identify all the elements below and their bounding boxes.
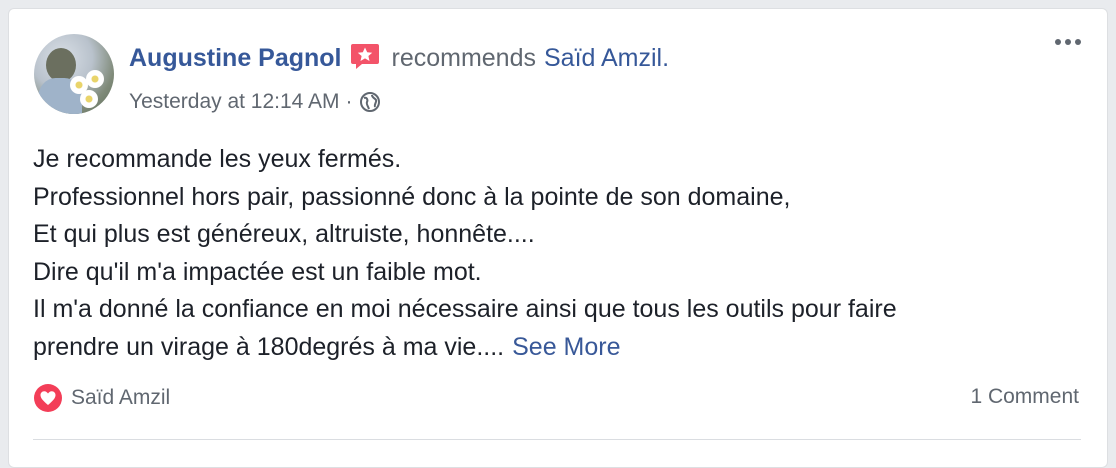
author-avatar[interactable] [34, 34, 114, 114]
comments-count-link[interactable]: 1 Comment [970, 385, 1079, 409]
post-timestamp-link[interactable]: Yesterday at 12:14 AM [129, 89, 340, 115]
more-options-icon[interactable] [1055, 39, 1081, 45]
love-reaction-icon [34, 384, 62, 412]
meta-separator: · [345, 90, 353, 113]
post-body-line: Et qui plus est généreux, altruiste, hon… [33, 220, 535, 248]
post-body: Je recommande les yeux fermés. Professio… [33, 141, 897, 366]
see-more-link[interactable]: See More [512, 333, 620, 361]
recommended-page-link[interactable]: Saïd Amzil. [544, 43, 669, 73]
reactions-summary[interactable]: Saïd Amzil [33, 383, 170, 413]
more-options-dot [1055, 39, 1061, 45]
recommends-text: recommends [391, 44, 537, 72]
post-meta: Yesterday at 12:14 AM · [129, 89, 381, 115]
globe-icon[interactable] [359, 91, 381, 113]
avatar-flower [80, 90, 98, 108]
recommendation-star-icon [350, 44, 379, 69]
post-body-line: Dire qu'il m'a impactée est un faible mo… [33, 257, 482, 286]
more-options-dot [1065, 39, 1071, 45]
avatar-flower [86, 70, 104, 88]
post-header: Augustine Pagnol recommends Saïd Amzil. [129, 43, 669, 73]
author-name-link[interactable]: Augustine Pagnol [129, 43, 342, 73]
post-body-last-line: prendre un virage à 180degrés à ma vie..… [33, 329, 897, 367]
more-options-dot [1075, 39, 1081, 45]
post-body-line: Professionnel hors pair, passionné donc … [33, 182, 791, 211]
recommendation-post-card: Augustine Pagnol recommends Saïd Amzil. … [8, 8, 1108, 468]
avatar-head [46, 48, 76, 82]
reaction-by-name: Saïd Amzil [71, 386, 171, 409]
post-body-line: prendre un virage à 180degrés à ma vie..… [33, 332, 505, 361]
footer-divider [33, 439, 1081, 440]
post-body-line: Je recommande les yeux fermés. [33, 145, 402, 173]
post-body-line: Il m'a donné la confiance en moi nécessa… [33, 295, 897, 323]
